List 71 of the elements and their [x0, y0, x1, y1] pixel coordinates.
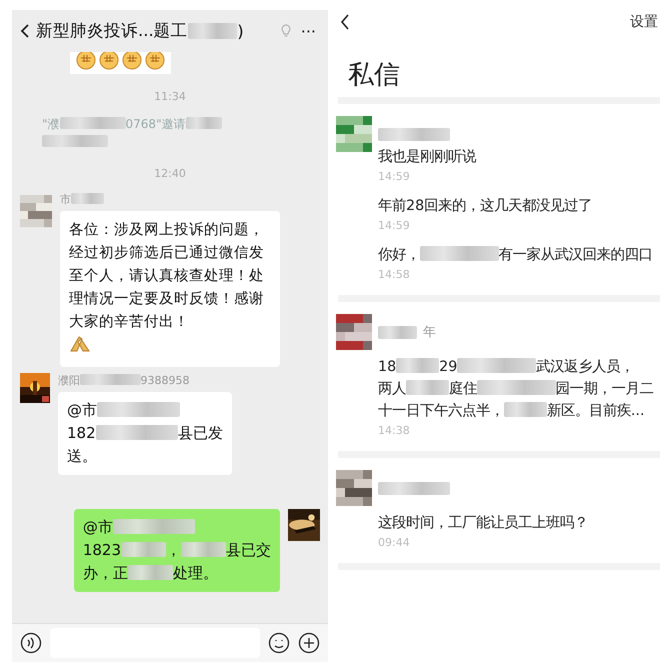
message-text: 办，正 — [82, 564, 128, 582]
message-text: 园一期，一月二 — [556, 381, 654, 397]
message-text: 十一日下午六点半， — [378, 403, 504, 419]
back-icon[interactable] — [20, 23, 30, 39]
message-text: 1823 — [82, 541, 121, 559]
message-text: 各位：涉及网上投诉的问题，经过初步筛选后已通过微信发至个人，请认真核查处理！处理情况一定要及时反馈！感谢大家的辛苦付出！ — [69, 220, 265, 332]
blurred-patch — [71, 193, 104, 204]
blurred-avatar — [20, 192, 52, 230]
emoji-icon[interactable] — [268, 632, 290, 654]
blurred-patch — [186, 117, 222, 130]
blurred-patch — [128, 564, 173, 580]
blurred-patch — [406, 380, 449, 395]
plus-icon[interactable] — [298, 632, 320, 654]
message-text: 我也是刚刚听说 — [378, 149, 476, 165]
blurred-patch — [121, 542, 166, 557]
message-text: 武汉返乡人员， — [536, 359, 634, 375]
message-text: 处理。 — [172, 564, 218, 582]
blurred-patch — [378, 326, 417, 338]
timestamp: 14:58 — [378, 268, 411, 281]
fist-icon — [122, 50, 142, 70]
blurred-patch — [188, 22, 238, 40]
sender-name: 市 — [60, 193, 71, 206]
blurred-avatar — [336, 116, 372, 152]
message-text: 29 — [439, 359, 458, 375]
chat-title: ) — [237, 22, 244, 40]
timestamp: 14:59 — [378, 170, 411, 183]
blurred-patch — [378, 128, 450, 140]
timestamp: 11:34 — [153, 90, 187, 103]
settings-button[interactable]: 设置 — [630, 13, 658, 31]
message-text: @市 — [67, 401, 97, 419]
message-text: 庭住 — [448, 381, 477, 397]
message-text: 新区。目前疾... — [546, 403, 645, 419]
message-text: 送。 — [67, 447, 97, 465]
contact-name: 年 — [423, 324, 436, 341]
message-text: 县已发 — [178, 424, 224, 442]
back-icon[interactable] — [340, 13, 350, 31]
sender-name: 9388958 — [140, 374, 190, 387]
bulb-icon — [280, 24, 291, 38]
message-text: 两人 — [378, 381, 406, 397]
chat-title: 新型肺炎投诉...题工 — [36, 20, 188, 42]
fist-icon — [76, 50, 96, 70]
more-button[interactable]: ··· — [296, 22, 320, 40]
voice-icon[interactable] — [20, 632, 42, 654]
timestamp: 09:44 — [378, 536, 411, 549]
message-text: 县已交 — [226, 541, 271, 559]
message-text: 182 — [67, 424, 96, 442]
timestamp: 14:38 — [378, 424, 411, 437]
blurred-patch — [504, 402, 547, 417]
blurred-patch — [80, 374, 140, 386]
message-text: 年前28回来的，这几天都没见过了 — [378, 198, 592, 214]
timestamp: 14:59 — [378, 219, 411, 232]
system-notice: 0768"邀请 — [126, 117, 186, 131]
fist-icon — [99, 50, 119, 70]
page-title: 私信 — [347, 59, 401, 92]
blurred-patch — [396, 358, 440, 373]
message-text: 你好， — [378, 247, 420, 263]
blurred-avatar — [336, 470, 372, 506]
timestamp: 12:40 — [153, 167, 187, 180]
blurred-patch — [42, 135, 108, 148]
message-text: 这段时间，工厂能让员工上班吗？ — [378, 515, 588, 531]
blurred-patch — [181, 542, 226, 557]
blurred-patch — [378, 482, 450, 494]
message-text: 18 — [378, 359, 396, 375]
message-text: ， — [166, 541, 181, 559]
blurred-avatar — [336, 314, 372, 350]
blurred-patch — [60, 117, 126, 130]
fist-icon — [145, 50, 165, 70]
sender-name: 濮阳 — [58, 374, 80, 387]
system-notice: "濮 — [42, 117, 60, 131]
message-text: @市 — [82, 518, 113, 536]
message-text: 有一家从武汉回来的四口 — [498, 247, 653, 263]
